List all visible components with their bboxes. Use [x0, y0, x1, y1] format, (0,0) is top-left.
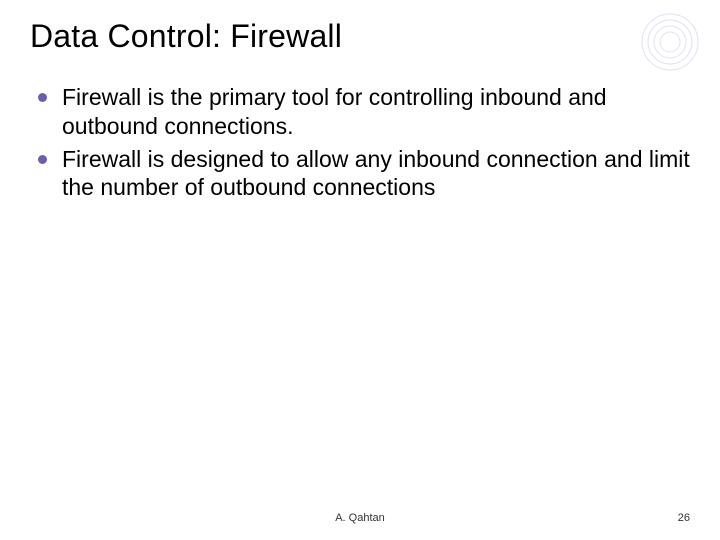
list-item: Firewall is the primary tool for control…	[38, 83, 690, 141]
slide-title: Data Control: Firewall	[30, 18, 690, 55]
bullet-list: Firewall is the primary tool for control…	[30, 83, 690, 202]
list-item: Firewall is designed to allow any inboun…	[38, 145, 690, 203]
slide: Data Control: Firewall Firewall is the p…	[0, 0, 720, 540]
footer-author: A. Qahtan	[0, 512, 720, 524]
footer-page-number: 26	[678, 512, 690, 524]
